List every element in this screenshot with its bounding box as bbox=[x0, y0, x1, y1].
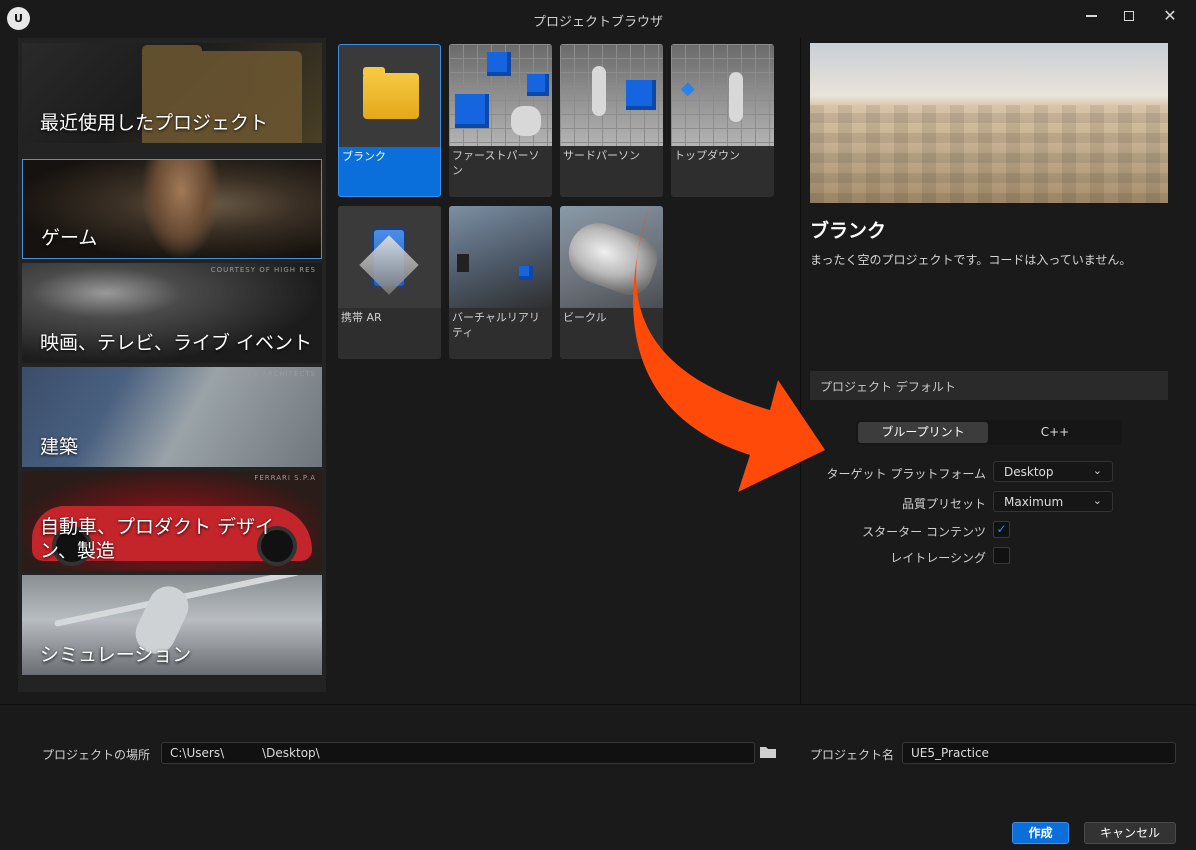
blueprint-option[interactable]: ブループリント bbox=[858, 422, 988, 443]
template-thumbnail bbox=[560, 44, 663, 146]
template-thumbnail bbox=[339, 45, 440, 147]
project-defaults-header: プロジェクト デフォルト bbox=[810, 371, 1168, 400]
ar-object-icon bbox=[359, 235, 419, 295]
category-automotive-product-design[interactable]: FERRARI S.P.A 自動車、プロダクト デザイン、製造 bbox=[22, 471, 322, 571]
checkmark-icon: ✓ bbox=[996, 522, 1007, 536]
location-suffix: \Desktop\ bbox=[262, 746, 320, 760]
template-vehicle[interactable]: ビークル bbox=[560, 206, 663, 359]
project-location-input[interactable]: C:\Users\ \Desktop\ bbox=[161, 742, 755, 764]
image-credit: FERRARI S.P.A bbox=[254, 474, 316, 482]
cancel-button[interactable]: キャンセル bbox=[1084, 822, 1176, 844]
template-label: トップダウン bbox=[674, 149, 740, 162]
cpp-option[interactable]: C++ bbox=[990, 422, 1120, 443]
category-label: 映画、テレビ、ライブ イベント bbox=[40, 332, 313, 354]
chevron-down-icon: ⌄ bbox=[1092, 464, 1102, 477]
vehicle-image bbox=[560, 214, 663, 302]
create-button[interactable]: 作成 bbox=[1012, 822, 1069, 844]
vr-object-shape bbox=[457, 254, 469, 272]
template-thumbnail: ◆ bbox=[671, 44, 774, 146]
project-name-label: プロジェクト名 bbox=[810, 748, 895, 762]
target-platform-value: Desktop bbox=[1004, 465, 1054, 479]
blank-folder-icon bbox=[363, 67, 419, 119]
template-thumbnail bbox=[449, 206, 552, 308]
category-label: ゲーム bbox=[41, 227, 98, 249]
quality-preset-dropdown[interactable]: Maximum ⌄ bbox=[993, 491, 1113, 512]
template-handheld-ar[interactable]: 携帯 AR bbox=[338, 206, 441, 359]
raytracing-checkbox[interactable] bbox=[993, 547, 1010, 564]
mannequin-shape bbox=[592, 66, 606, 116]
cube-shape bbox=[487, 52, 511, 76]
target-platform-label: ターゲット プラットフォーム bbox=[826, 467, 986, 481]
footer-divider bbox=[0, 704, 1196, 705]
cube-shape bbox=[626, 80, 656, 110]
template-title: ブランク bbox=[810, 220, 887, 242]
template-thumbnail bbox=[449, 44, 552, 146]
project-name-value: UE5_Practice bbox=[911, 746, 989, 760]
template-label: ブランク bbox=[342, 150, 386, 163]
template-thumbnail bbox=[338, 206, 441, 308]
template-virtual-reality[interactable]: バーチャルリアリティ bbox=[449, 206, 552, 359]
quality-preset-value: Maximum bbox=[1004, 495, 1064, 509]
raytracing-label: レイトレーシング bbox=[890, 551, 986, 565]
close-icon: ✕ bbox=[1163, 6, 1177, 25]
target-platform-dropdown[interactable]: Desktop ⌄ bbox=[993, 461, 1113, 482]
mannequin-shape bbox=[729, 72, 743, 122]
category-label: シミュレーション bbox=[40, 644, 192, 666]
maximize-button[interactable] bbox=[1111, 4, 1147, 28]
template-description: まったく空のプロジェクトです。コードは入っていません。 bbox=[810, 253, 1132, 267]
cube-shape bbox=[519, 266, 533, 280]
game-character-image bbox=[141, 160, 221, 258]
category-label: 建築 bbox=[40, 436, 79, 458]
starter-content-checkbox[interactable]: ✓ bbox=[993, 521, 1010, 538]
template-third-person[interactable]: サードパーソン bbox=[560, 44, 663, 197]
template-first-person[interactable]: ファーストパーソン bbox=[449, 44, 552, 197]
minimize-icon bbox=[1085, 15, 1097, 17]
image-credit: SAFDIE ARCHITECTS bbox=[227, 370, 316, 378]
category-architecture[interactable]: SAFDIE ARCHITECTS 建築 bbox=[22, 367, 322, 467]
cube-shape bbox=[527, 74, 549, 96]
maximize-icon bbox=[1124, 11, 1134, 21]
move-arrow-icon: ◆ bbox=[681, 78, 695, 99]
close-button[interactable]: ✕ bbox=[1152, 4, 1188, 28]
category-label: 自動車、プロダクト デザイン、製造 bbox=[40, 516, 275, 562]
starter-content-label: スターター コンテンツ bbox=[862, 525, 986, 539]
category-recent-projects[interactable]: 最近使用したプロジェクト bbox=[22, 43, 322, 143]
category-film-tv-live-events[interactable]: COURTESY OF HIGH RES 映画、テレビ、ライブ イベント bbox=[22, 263, 322, 363]
template-label: 携帯 AR bbox=[341, 311, 382, 324]
template-thumbnail bbox=[560, 206, 663, 308]
location-prefix: C:\Users\ bbox=[170, 746, 225, 760]
pane-divider bbox=[800, 38, 801, 704]
template-preview-image bbox=[810, 43, 1168, 203]
template-blank[interactable]: ブランク bbox=[338, 44, 441, 197]
project-name-input[interactable]: UE5_Practice bbox=[902, 742, 1176, 764]
template-label: ビークル bbox=[563, 311, 607, 324]
folder-icon bbox=[760, 747, 776, 758]
category-panel: 最近使用したプロジェクト ゲーム COURTESY OF HIGH RES 映画… bbox=[18, 38, 326, 692]
category-label: 最近使用したプロジェクト bbox=[40, 112, 269, 134]
category-game[interactable]: ゲーム bbox=[22, 159, 322, 259]
chevron-down-icon: ⌄ bbox=[1092, 494, 1102, 507]
browse-folder-button[interactable] bbox=[759, 744, 777, 760]
template-grid: ブランク ファーストパーソン サードパーソン ◆ トップダウン 携帯 AR バー… bbox=[338, 44, 778, 364]
minimize-button[interactable] bbox=[1073, 4, 1109, 28]
template-label: ファーストパーソン bbox=[452, 149, 540, 177]
template-label: サードパーソン bbox=[563, 149, 640, 162]
template-top-down[interactable]: ◆ トップダウン bbox=[671, 44, 774, 197]
template-label: バーチャルリアリティ bbox=[452, 311, 540, 339]
project-location-label: プロジェクトの場所 bbox=[42, 748, 151, 762]
image-credit: COURTESY OF HIGH RES bbox=[210, 266, 316, 274]
title-bar: U プロジェクトブラウザ ✕ bbox=[0, 0, 1196, 37]
quality-preset-label: 品質プリセット bbox=[901, 497, 986, 511]
cube-shape bbox=[455, 94, 489, 128]
window-title: プロジェクトブラウザ bbox=[532, 15, 663, 30]
language-toggle: ブループリント C++ bbox=[856, 420, 1122, 445]
category-simulation[interactable]: シミュレーション bbox=[22, 575, 322, 675]
gun-shape bbox=[511, 106, 541, 136]
